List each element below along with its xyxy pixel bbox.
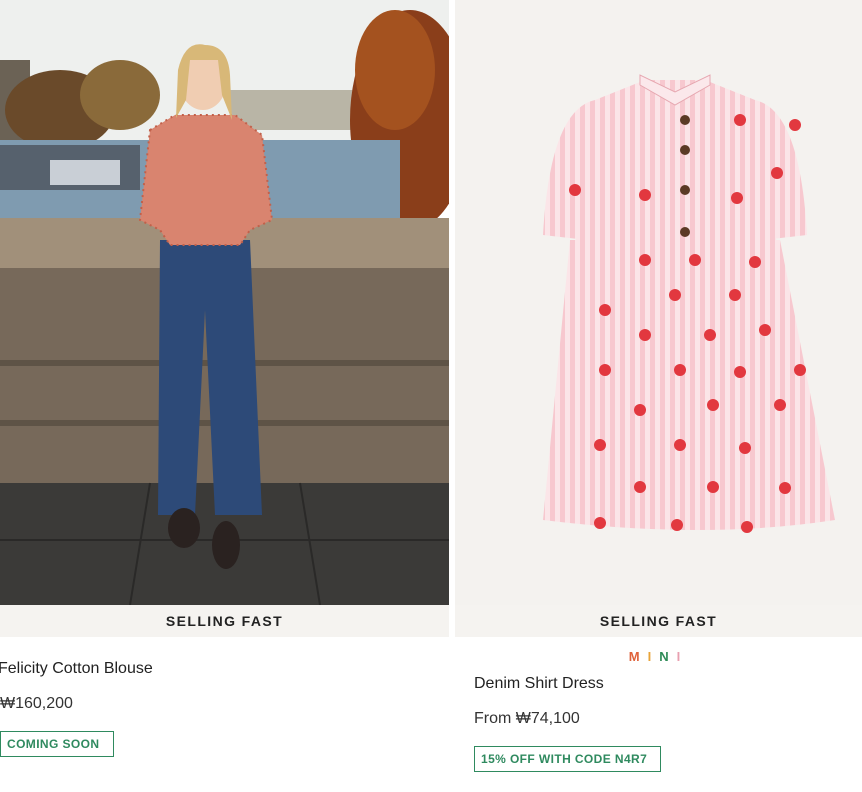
woman-photo-illustration — [0, 0, 449, 605]
selling-fast-ribbon: SELLING FAST — [0, 605, 449, 637]
discount-code-badge: 15% OFF WITH CODE N4R7 — [474, 746, 661, 772]
selling-fast-ribbon: SELLING FAST — [455, 605, 862, 637]
product-image-felicity[interactable] — [0, 0, 449, 605]
mini-letter: M — [628, 649, 648, 664]
coming-soon-badge: COMING SOON — [0, 731, 114, 757]
mini-letter: I — [676, 649, 689, 664]
product-name[interactable]: Denim Shirt Dress — [474, 675, 604, 693]
dress-photo-illustration — [455, 0, 862, 605]
product-price: ₩160,200 — [0, 695, 73, 712]
mini-brand-label: MINI — [455, 649, 862, 664]
product-price: From ₩74,100 — [474, 710, 580, 727]
mini-letter: I — [647, 649, 660, 664]
product-name[interactable]: Felicity Cotton Blouse — [0, 660, 153, 678]
mini-letter: N — [659, 649, 677, 664]
product-image-denim-shirt-dress[interactable] — [455, 0, 862, 605]
